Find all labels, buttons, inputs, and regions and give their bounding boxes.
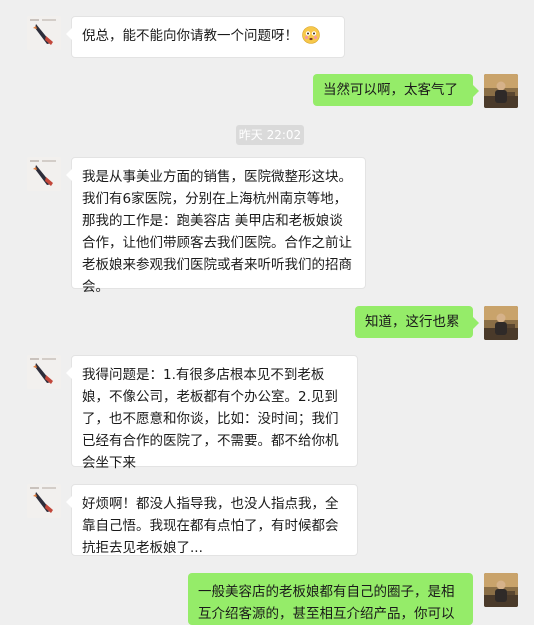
contact-avatar[interactable] — [27, 355, 61, 389]
contact-avatar[interactable] — [27, 157, 61, 191]
message-bubble-1[interactable]: 倪总，能不能向你请教一个问题呀！ — [66, 16, 345, 58]
self-avatar[interactable] — [484, 573, 518, 607]
message-bubble-7[interactable]: 一般美容店的老板娘都有自己的圈子，是相互介绍客源的，甚至相互介绍产品，你可以 — [188, 573, 473, 625]
message-text-6: 好烦啊！都没人指导我，也没人指点我，全靠自己悟。我现在都有点怕了，有时候都会抗拒… — [82, 496, 339, 556]
message-text-5: 我得问题是：1.有很多店根本见不到老板娘，不像公司，老板都有个办公室。2.见到了… — [82, 367, 339, 471]
timestamp-divider: 昨天 22:02 — [236, 125, 304, 145]
message-bubble-2[interactable]: 当然可以啊，太客气了 — [313, 74, 479, 106]
message-text-2: 当然可以啊，太客气了 — [323, 82, 458, 98]
self-avatar[interactable] — [484, 74, 518, 108]
message-text-1: 倪总，能不能向你请教一个问题呀！ — [82, 28, 298, 44]
message-text-7: 一般美容店的老板娘都有自己的圈子，是相互介绍客源的，甚至相互介绍产品，你可以 — [198, 584, 455, 622]
flushed-face-emoji — [302, 26, 320, 44]
message-text-3: 我是从事美业方面的销售，医院微整形这块。我们有6家医院，分别在上海杭州南京等地，… — [82, 169, 352, 295]
contact-avatar[interactable] — [27, 484, 61, 518]
message-bubble-6[interactable]: 好烦啊！都没人指导我，也没人指点我，全靠自己悟。我现在都有点怕了，有时候都会抗拒… — [66, 484, 358, 556]
chat-window: 倪总，能不能向你请教一个问题呀！ 当然可以啊，太客气了 昨天 22:02 我是从… — [0, 0, 534, 625]
message-bubble-5[interactable]: 我得问题是：1.有很多店根本见不到老板娘，不像公司，老板都有个办公室。2.见到了… — [66, 355, 358, 471]
message-bubble-4[interactable]: 知道，这行也累 — [355, 306, 479, 338]
message-bubble-3[interactable]: 我是从事美业方面的销售，医院微整形这块。我们有6家医院，分别在上海杭州南京等地，… — [66, 157, 366, 295]
self-avatar[interactable] — [484, 306, 518, 340]
contact-avatar[interactable] — [27, 16, 61, 50]
message-text-4: 知道，这行也累 — [365, 314, 460, 330]
